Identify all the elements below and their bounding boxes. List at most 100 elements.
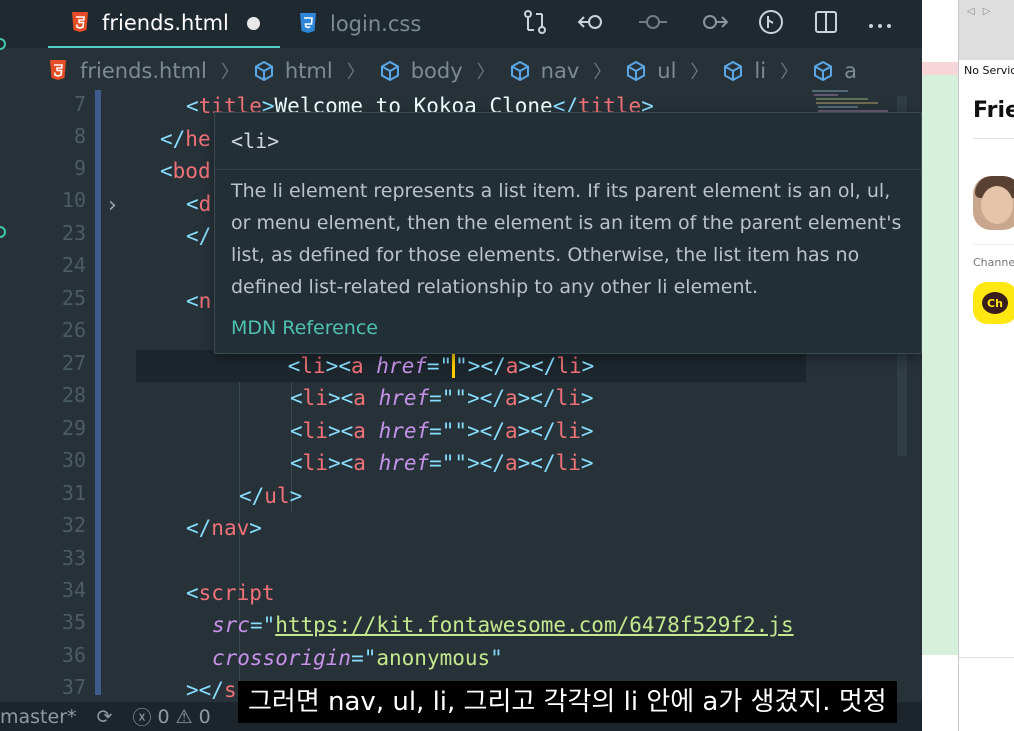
fold-chevron-icon[interactable]: › [108, 193, 117, 218]
line-number: 30 [61, 448, 86, 472]
go-back-icon[interactable] [577, 11, 608, 38]
breadcrumb-item-ul[interactable]: ul 〉 [625, 58, 708, 84]
line-number: 31 [61, 481, 86, 505]
breadcrumb-label: html [284, 59, 333, 83]
source-control-compare-icon[interactable] [522, 9, 548, 40]
css3-icon [298, 12, 318, 36]
tab-login-css[interactable]: login.css [298, 0, 421, 48]
chevron-right-icon: 〉 [220, 62, 239, 83]
code-line-23: </ [186, 224, 212, 248]
hover-title: <li> [231, 129, 280, 153]
breadcrumb-item-file[interactable]: friends.html 〉 [48, 58, 239, 84]
code-line-10: <d [186, 192, 212, 216]
code-line-31: </ul> [239, 484, 303, 508]
line-number-gutter: 7 8 9 10 23 24 25 26 27 28 29 30 31 32 3… [0, 90, 100, 699]
breadcrumb-item-a[interactable]: a [812, 59, 857, 83]
line-number: 7 [73, 92, 86, 116]
sync-icon: ⟳ [96, 705, 113, 728]
avatar[interactable] [973, 176, 1014, 230]
code-line-8: </he [160, 127, 211, 151]
code-line-9: <bod [160, 159, 211, 183]
line-number: 34 [61, 578, 86, 602]
diff-preview-strip [922, 0, 958, 731]
breadcrumb-item-li[interactable]: li 〉 [722, 58, 798, 84]
mdn-reference-link[interactable]: MDN Reference [231, 317, 378, 339]
channel-label: Channel [973, 256, 1014, 269]
code-line-36: crossorigin="anonymous" [212, 646, 503, 670]
browser-preview: ◁▷ No Service Friends Channel Ch [958, 0, 1014, 731]
breadcrumb-item-nav[interactable]: nav 〉 [509, 58, 612, 84]
breadcrumb-label: body [410, 59, 463, 83]
chevron-right-icon: 〉 [593, 62, 612, 83]
element-cube-icon [625, 60, 647, 82]
git-branch[interactable]: master* [0, 706, 77, 728]
element-cube-icon [379, 60, 401, 82]
error-count: 0 [157, 705, 170, 728]
editor-actions [522, 6, 892, 42]
line-number: 9 [73, 156, 86, 180]
chevron-right-icon: 〉 [346, 62, 365, 83]
code-line-34: <script [186, 581, 275, 605]
chevron-right-icon: 〉 [476, 62, 495, 83]
error-icon: ⓧ [132, 707, 152, 729]
more-icon[interactable] [868, 13, 892, 35]
breadcrumb: friends.html 〉 html 〉 body 〉 nav 〉 ul 〉 … [0, 54, 922, 88]
tab-bar: friends.html login.css [0, 0, 922, 48]
warning-count: 0 [198, 705, 211, 728]
line-number: 10 [61, 188, 86, 212]
line-number: 25 [61, 286, 86, 310]
sync-button[interactable]: ⟳ [97, 706, 113, 728]
html5-icon [48, 60, 70, 82]
line-number: 23 [61, 221, 86, 245]
tab-label: login.css [330, 12, 422, 36]
code-line-32: </nav> [186, 516, 262, 540]
element-cube-icon [722, 60, 744, 82]
warning-icon: ⚠ [175, 705, 193, 728]
code-line-27: <li><a href=" "></a></li> [136, 350, 806, 382]
diff-added-region [922, 75, 958, 655]
hover-description: The li element represents a list item. I… [231, 180, 902, 298]
video-subtitle: 그러면 nav, ul, li, 그리고 각각의 li 안에 a가 생겼지. 멋… [238, 681, 897, 723]
git-graph-icon[interactable] [758, 9, 784, 40]
git-modified-bar [95, 90, 101, 695]
line-number: 37 [61, 675, 86, 699]
channel-logo[interactable]: Ch [973, 282, 1014, 324]
timeline-dot-icon[interactable] [638, 11, 668, 38]
code-editor: friends.html login.css friends.html 〉 ht… [0, 0, 922, 731]
divider [973, 138, 1014, 139]
split-editor-icon[interactable] [814, 10, 838, 39]
problems-indicator[interactable]: ⓧ 0 ⚠ 0 [132, 703, 210, 730]
nav-arrows-icon[interactable]: ◁▷ [967, 6, 998, 17]
breadcrumb-label: li [754, 59, 767, 83]
tab-label: friends.html [102, 11, 229, 35]
line-number: 28 [61, 383, 86, 407]
unsaved-dot-icon[interactable] [246, 16, 260, 30]
branch-label: master* [0, 705, 77, 728]
line-number: 24 [61, 253, 86, 277]
code-line-35: src="https://kit.fontawesome.com/6478f52… [212, 613, 794, 637]
line-number: 27 [61, 351, 86, 375]
html5-icon [70, 11, 90, 35]
element-cube-icon [509, 60, 531, 82]
line-number: 8 [73, 124, 86, 148]
line-number: 36 [61, 643, 86, 667]
breadcrumb-item-body[interactable]: body 〉 [379, 58, 495, 84]
preview-bottom-bar [959, 657, 1014, 731]
line-number: 26 [61, 318, 86, 342]
preview-toolbar: ◁▷ [959, 0, 1014, 60]
avatar-face [981, 186, 1013, 224]
channel-logo-text: Ch [982, 292, 1008, 314]
code-line-29: <li><a href=""></a></li> [290, 419, 594, 443]
tab-friends-html[interactable]: friends.html [48, 0, 280, 48]
page-title: Friends [973, 98, 1014, 123]
diff-removed-region [922, 62, 958, 76]
breadcrumb-item-html[interactable]: html 〉 [253, 58, 365, 84]
breadcrumb-label: a [844, 59, 857, 83]
line-number: 29 [61, 416, 86, 440]
element-cube-icon [253, 60, 275, 82]
breadcrumb-label: friends.html [80, 59, 207, 83]
breadcrumb-label: ul [657, 59, 677, 83]
status-bar-text: No Service [964, 64, 1014, 77]
go-forward-icon[interactable] [698, 11, 729, 38]
divider [973, 244, 1014, 245]
